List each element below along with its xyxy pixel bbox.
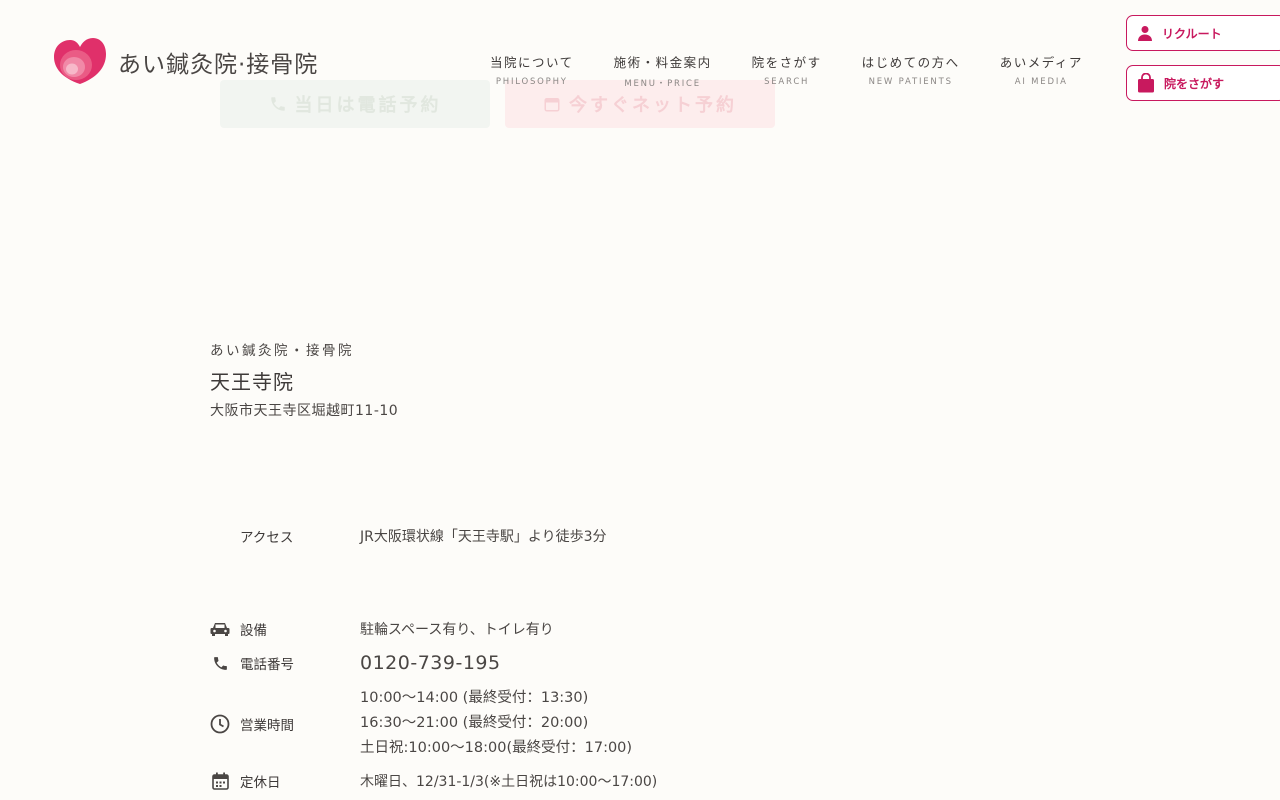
hours-label: 営業時間 — [240, 717, 294, 734]
nav-sublabel: PHILOSOPHY — [495, 77, 568, 87]
access-row: アクセス JR大阪環状線「天王寺駅」より徒歩3分 — [210, 526, 606, 546]
phone-reserve-button[interactable]: 当日は電話予約 — [220, 80, 490, 128]
nav-label: 当院について — [490, 55, 574, 70]
hours-line: 10:00〜14:00 (最終受付：13:30) — [360, 690, 589, 706]
tel-number-link[interactable]: 0120-739-195 — [360, 652, 501, 674]
nav-item-new-patients[interactable]: はじめての方へ NEW PATIENTS — [842, 52, 980, 89]
nav-label: あいメディア — [999, 55, 1083, 70]
tel-row: 電話番号 0120-739-195 — [210, 652, 501, 674]
facilities-label: 設備 — [240, 623, 267, 639]
nav-label: 施術・料金案内 — [613, 55, 712, 70]
global-nav: 当院について PHILOSOPHY 施術・料金案内 MENU・PRICE 院をさ… — [470, 52, 1103, 89]
logo-text: あい鍼灸院·接骨院 — [118, 52, 319, 78]
access-label: アクセス — [240, 530, 294, 546]
phone-reserve-label: 当日は電話予約 — [294, 95, 442, 116]
recruit-label: リクルート — [1162, 26, 1222, 41]
find-clinic-label: 院をさがす — [1164, 76, 1225, 91]
closed-row: 定休日 木曜日、12/31-1/3(※土日祝は10:00〜17:00) — [210, 771, 657, 791]
nav-label: はじめての方へ — [861, 55, 960, 70]
facilities-value: 駐輪スペース有り、トイレ有り — [360, 622, 554, 638]
clinic-brand: あい鍼灸院・接骨院 — [210, 343, 354, 359]
phone-icon — [270, 97, 285, 111]
calendar-icon — [544, 98, 560, 112]
person-icon — [1138, 26, 1152, 41]
recruit-button[interactable]: リクルート — [1126, 15, 1280, 51]
nav-item-philosophy[interactable]: 当院について PHILOSOPHY — [470, 52, 594, 89]
phone-icon — [210, 653, 230, 673]
heart-logo-icon — [54, 38, 106, 84]
hours-line: 16:30〜21:00 (最終受付：20:00) — [360, 715, 589, 731]
nav-sublabel: MENU・PRICE — [624, 79, 701, 89]
find-clinic-button[interactable]: 院をさがす — [1126, 65, 1280, 101]
access-icon-spacer — [210, 526, 230, 546]
clock-icon — [210, 714, 230, 734]
hours-line: 土日祝:10:00〜18:00(最終受付：17:00) — [360, 740, 633, 756]
nav-item-search[interactable]: 院をさがす SEARCH — [732, 52, 842, 89]
access-value: JR大阪環状線「天王寺駅」より徒歩3分 — [360, 529, 607, 545]
nav-item-ai-media[interactable]: あいメディア AI MEDIA — [980, 52, 1103, 89]
nav-label: 院をさがす — [751, 55, 822, 70]
nav-sublabel: NEW PATIENTS — [868, 77, 953, 87]
clinic-name: 天王寺院 — [210, 370, 294, 394]
facilities-row: 設備 駐輪スペース有り、トイレ有り — [210, 619, 554, 639]
nav-sublabel: AI MEDIA — [1014, 77, 1068, 87]
bag-icon — [1138, 73, 1154, 93]
calendar-icon — [210, 771, 230, 791]
nav-sublabel: SEARCH — [764, 77, 810, 87]
nav-item-menu-price[interactable]: 施術・料金案内 MENU・PRICE — [594, 52, 732, 89]
clinic-address: 大阪市天王寺区堀越町11-10 — [210, 403, 399, 419]
closed-label: 定休日 — [240, 775, 281, 791]
hours-value: 10:00〜14:00 (最終受付：13:30) 16:30〜21:00 (最終… — [360, 686, 632, 761]
tel-label: 電話番号 — [240, 657, 294, 673]
car-icon — [210, 619, 230, 639]
hours-row: 営業時間 10:00〜14:00 (最終受付：13:30) 16:30〜21:0… — [210, 686, 632, 761]
net-reserve-label: 今すぐネット予約 — [569, 95, 737, 116]
site-logo[interactable]: あい鍼灸院·接骨院 — [54, 38, 318, 86]
closed-value: 木曜日、12/31-1/3(※土日祝は10:00〜17:00) — [360, 774, 658, 790]
